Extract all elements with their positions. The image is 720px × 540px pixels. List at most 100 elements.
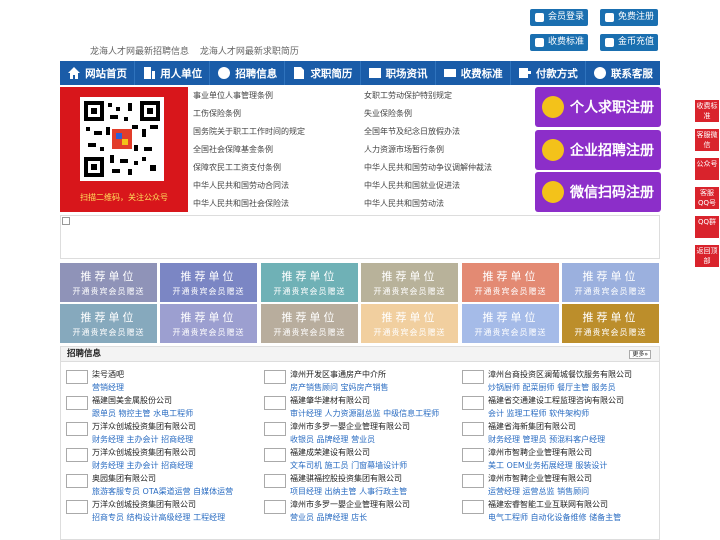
company-positions[interactable]: 财务经理 主办会计 招商经理 xyxy=(92,460,193,471)
company-positions[interactable]: 房产销售顾问 宝妈房产销售 xyxy=(290,382,389,393)
recommended-employer-tile[interactable]: 推荐单位 开通贵宾会员赠送 xyxy=(361,263,458,302)
company-positions[interactable]: 财务经理 管理员 预混料客户经理 xyxy=(488,434,605,445)
company-logo[interactable] xyxy=(66,474,88,488)
nav-employers[interactable]: 用人单位 xyxy=(135,61,211,85)
law-link[interactable]: 中华人民共和国就业促进法 xyxy=(364,180,534,191)
recommended-employer-tile[interactable]: 推荐单位 开通贵宾会员赠送 xyxy=(361,304,458,343)
company-positions[interactable]: 运营经理 运营总监 销售顾问 xyxy=(488,486,589,497)
side-wechat[interactable]: 客服微信 xyxy=(695,129,719,151)
company-positions[interactable]: 收银员 品牌经理 营业员 xyxy=(290,434,375,445)
company-name[interactable]: 福建成荣建设有限公司 xyxy=(290,447,370,458)
company-logo[interactable] xyxy=(264,500,286,514)
company-logo[interactable] xyxy=(264,474,286,488)
company-logo[interactable] xyxy=(462,422,484,436)
company-name[interactable]: 漳州市智聘企业管理有限公司 xyxy=(488,447,592,458)
recommended-employer-tile[interactable]: 推荐单位 开通贵宾会员赠送 xyxy=(562,304,659,343)
company-logo[interactable] xyxy=(462,396,484,410)
wechat-register-button[interactable]: 微信扫码注册 xyxy=(535,172,661,212)
side-official-account[interactable]: 公众号 xyxy=(695,158,719,180)
recommended-employer-tile[interactable]: 推荐单位 开通贵宾会员赠送 xyxy=(160,263,257,302)
law-link[interactable]: 失业保险条例 xyxy=(364,108,534,119)
recommended-employer-tile[interactable]: 推荐单位 开通贵宾会员赠送 xyxy=(261,304,358,343)
law-link[interactable]: 女职工劳动保护特别规定 xyxy=(364,90,534,101)
law-link[interactable]: 中华人民共和国劳动争议调解仲裁法 xyxy=(364,162,534,173)
company-positions[interactable]: 炒锅厨师 配菜厨师 餐厅主管 服务员 xyxy=(488,382,616,393)
company-name[interactable]: 万洋众创城投资集团有限公司 xyxy=(92,447,196,458)
side-back-to-top[interactable]: 返回顶部 xyxy=(695,245,719,267)
law-link[interactable]: 国务院关于职工工作时间的规定 xyxy=(193,126,363,137)
company-name[interactable]: 万洋众创城投资集团有限公司 xyxy=(92,499,196,510)
pricing-button[interactable]: 收费标准 xyxy=(530,34,589,51)
side-pricing[interactable]: 收费标准 xyxy=(695,100,719,122)
nav-payment[interactable]: 付款方式 xyxy=(511,61,586,85)
company-name[interactable]: 漳州市多罗一嬰企业管理有限公司 xyxy=(290,499,410,510)
company-logo[interactable] xyxy=(264,448,286,462)
company-positions[interactable]: 财务经理 主办会计 招商经理 xyxy=(92,434,193,445)
company-logo[interactable] xyxy=(462,448,484,462)
company-logo[interactable] xyxy=(66,396,88,410)
company-name[interactable]: 漳州台商投资区澜葡城餐饮服务有限公司 xyxy=(488,369,632,380)
company-name[interactable]: 万洋众创城投资集团有限公司 xyxy=(92,421,196,432)
company-name[interactable]: 福建省交通建设工程监理咨询有限公司 xyxy=(488,395,624,406)
recommended-employer-tile[interactable]: 推荐单位 开通贵宾会员赠送 xyxy=(562,263,659,302)
company-logo[interactable] xyxy=(462,474,484,488)
top-link-jobs[interactable]: 龙海人才网最新招聘信息 xyxy=(90,47,189,57)
recommended-employer-tile[interactable]: 推荐单位 开通贵宾会员赠送 xyxy=(60,263,157,302)
recharge-button[interactable]: 金币充值 xyxy=(600,34,659,51)
company-logo[interactable] xyxy=(264,396,286,410)
company-positions[interactable]: 营销经理 xyxy=(92,382,124,393)
company-name[interactable]: 漳州市智聘企业管理有限公司 xyxy=(488,473,592,484)
law-link[interactable]: 中华人民共和国社会保险法 xyxy=(193,198,363,209)
side-qq[interactable]: 客服QQ号 xyxy=(695,187,719,209)
nav-service[interactable]: 联系客服 xyxy=(586,61,660,85)
company-logo[interactable] xyxy=(462,370,484,384)
top-link-resumes[interactable]: 龙海人才网最新求职简历 xyxy=(200,47,299,57)
company-logo[interactable] xyxy=(462,500,484,514)
nav-home[interactable]: 网站首页 xyxy=(60,61,136,85)
law-link[interactable]: 全国年节及纪念日放假办法 xyxy=(364,126,534,137)
company-name[interactable]: 福建省海新集团有限公司 xyxy=(488,421,576,432)
company-name[interactable]: 柒号酒吧 xyxy=(92,369,124,380)
company-positions[interactable]: 电气工程师 自动化设备维修 储备主管 xyxy=(488,512,621,523)
law-link[interactable]: 工伤保险条例 xyxy=(193,108,363,119)
jobseeker-register-button[interactable]: 个人求职注册 xyxy=(535,87,661,127)
employer-register-button[interactable]: 企业招聘注册 xyxy=(535,130,661,170)
recommended-employer-tile[interactable]: 推荐单位 开通贵宾会员赠送 xyxy=(160,304,257,343)
login-button[interactable]: 会员登录 xyxy=(530,9,589,26)
company-positions[interactable]: 美工 OEM业务拓展经理 服装设计 xyxy=(488,460,607,471)
recommended-employer-tile[interactable]: 推荐单位 开通贵宾会员赠送 xyxy=(462,263,559,302)
nav-news[interactable]: 职场资讯 xyxy=(361,61,436,85)
recommended-employer-tile[interactable]: 推荐单位 开通贵宾会员赠送 xyxy=(261,263,358,302)
side-qq-group[interactable]: QQ群 xyxy=(695,216,719,238)
company-positions[interactable]: 旅游客服专员 OTA渠道运营 自媒体运营 xyxy=(92,486,233,497)
company-name[interactable]: 漳州市多罗一嬰企业管理有限公司 xyxy=(290,421,410,432)
company-positions[interactable]: 项目经理 出纳主管 人事行政主管 xyxy=(290,486,407,497)
recommended-employer-tile[interactable]: 推荐单位 开通贵宾会员赠送 xyxy=(60,304,157,343)
law-link[interactable]: 保障农民工工资支付条例 xyxy=(193,162,363,173)
company-logo[interactable] xyxy=(66,500,88,514)
company-name[interactable]: 奥园集团有限公司 xyxy=(92,473,156,484)
company-positions[interactable]: 跟单员 物控主管 水电工程师 xyxy=(92,408,193,419)
company-name[interactable]: 漳州开发区事通房产中介所 xyxy=(290,369,386,380)
company-name[interactable]: 福建国美金属股份公司 xyxy=(92,395,172,406)
company-positions[interactable]: 审计经理 人力资源副总监 中级信息工程师 xyxy=(290,408,439,419)
company-logo[interactable] xyxy=(264,422,286,436)
company-name[interactable]: 福建宏睿智能工业互联网有限公司 xyxy=(488,499,608,510)
law-link[interactable]: 中华人民共和国劳动法 xyxy=(364,198,534,209)
nav-jobs[interactable]: 招聘信息 xyxy=(210,61,286,85)
law-link[interactable]: 人力资源市场暂行条例 xyxy=(364,144,534,155)
company-name[interactable]: 福建肇华建材有限公司 xyxy=(290,395,370,406)
nav-resumes[interactable]: 求职简历 xyxy=(285,61,361,85)
law-link[interactable]: 中华人民共和国劳动合同法 xyxy=(193,180,363,191)
company-logo[interactable] xyxy=(66,422,88,436)
law-link[interactable]: 全国社会保障基金条例 xyxy=(193,144,363,155)
company-positions[interactable]: 招商专员 结构设计高级经理 工程经理 xyxy=(92,512,225,523)
law-link[interactable]: 事业单位人事管理条例 xyxy=(193,90,363,101)
more-link[interactable]: 更多» xyxy=(629,350,651,359)
nav-pricing[interactable]: 收费标准 xyxy=(436,61,511,85)
company-logo[interactable] xyxy=(264,370,286,384)
register-button[interactable]: 免费注册 xyxy=(600,9,659,26)
recommended-employer-tile[interactable]: 推荐单位 开通贵宾会员赠送 xyxy=(462,304,559,343)
company-logo[interactable] xyxy=(66,448,88,462)
company-positions[interactable]: 文车司机 施工员 门窗幕墙设计师 xyxy=(290,460,407,471)
